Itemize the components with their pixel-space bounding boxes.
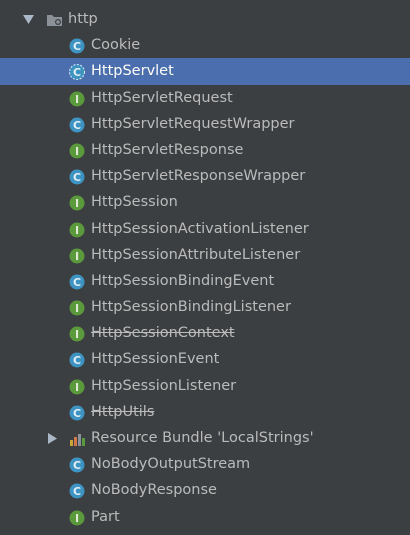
interface-icon: I (69, 299, 85, 316)
tree-item[interactable]: I HttpSessionContext (0, 320, 410, 346)
tree-item[interactable]: I HttpSessionAttributeListener (0, 242, 410, 268)
tree-item[interactable]: C NoBodyOutputStream (0, 451, 410, 477)
tree-item[interactable]: C Cookie (0, 32, 410, 58)
svg-text:I: I (75, 145, 79, 158)
svg-text:C: C (73, 66, 81, 79)
abstract-class-icon: C (69, 63, 85, 81)
chevron-right-icon[interactable] (46, 425, 58, 451)
tree-item-label: HttpSessionEvent (91, 351, 220, 368)
tree-item[interactable]: C HttpServlet (0, 58, 410, 85)
interface-icon: I (69, 509, 85, 526)
tree-item[interactable]: I Part (0, 504, 410, 530)
tree-item-label: NoBodyResponse (91, 482, 217, 499)
tree-item-label: HttpServletResponseWrapper (91, 168, 306, 185)
tree-item-label: HttpSessionBindingEvent (91, 272, 275, 289)
chevron-down-icon[interactable] (22, 6, 34, 32)
tree-item[interactable]: C HttpUtils (0, 399, 410, 425)
tree-item[interactable]: I HttpSession (0, 189, 410, 215)
class-icon: C (69, 404, 85, 421)
tree-item-label: Cookie (91, 37, 141, 54)
interface-icon: I (69, 142, 85, 159)
interface-icon: I (69, 378, 85, 395)
tree-item-label: HttpSession (91, 194, 178, 211)
class-icon: C (69, 37, 85, 54)
svg-text:C: C (73, 119, 81, 132)
tree-item-label: NoBodyOutputStream (91, 456, 251, 473)
resource-bundle-icon (69, 430, 85, 446)
tree-item[interactable]: I HttpSessionListener (0, 373, 410, 399)
svg-text:C: C (73, 459, 81, 472)
tree-item-label: Resource Bundle 'LocalStrings' (91, 430, 314, 446)
tree-item-label: HttpServletRequest (91, 89, 233, 106)
svg-text:I: I (75, 93, 79, 106)
class-icon: C (69, 273, 85, 290)
tree-item-label: HttpSessionAttributeListener (91, 246, 301, 263)
svg-text:C: C (73, 407, 81, 420)
tree-item[interactable]: I HttpSessionBindingListener (0, 294, 410, 320)
tree-item[interactable]: I HttpServletRequest (0, 85, 410, 111)
package-label: http (68, 11, 98, 27)
svg-text:I: I (75, 328, 79, 341)
interface-icon: I (69, 194, 85, 211)
svg-text:C: C (73, 485, 81, 498)
tree-item-label: HttpSessionListener (91, 377, 237, 394)
tree-item[interactable]: Resource Bundle 'LocalStrings' (0, 425, 410, 451)
tree-item-label: HttpSessionBindingListener (91, 299, 291, 316)
svg-text:C: C (73, 40, 81, 53)
svg-text:C: C (73, 276, 81, 289)
tree-node-package-http[interactable]: http (0, 6, 410, 32)
svg-text:C: C (73, 354, 81, 367)
interface-icon: I (69, 325, 85, 342)
class-icon: C (69, 168, 85, 185)
project-tree: http C Cookie C HttpServlet I HttpServletRequ… (0, 6, 410, 530)
class-icon: C (69, 116, 85, 133)
tree-item[interactable]: I HttpServletResponse (0, 137, 410, 163)
class-icon: C (69, 351, 85, 368)
svg-text:I: I (75, 512, 79, 525)
class-icon: C (69, 456, 85, 473)
tree-item[interactable]: I HttpSessionActivationListener (0, 216, 410, 242)
tree-item-label: HttpSessionActivationListener (91, 220, 309, 237)
svg-text:I: I (75, 250, 79, 263)
interface-icon: I (69, 247, 85, 264)
package-folder-icon (46, 11, 62, 27)
tree-item[interactable]: C HttpServletRequestWrapper (0, 111, 410, 137)
tree-item[interactable]: C HttpSessionBindingEvent (0, 268, 410, 294)
svg-text:I: I (75, 197, 79, 210)
tree-item[interactable]: C HttpServletResponseWrapper (0, 163, 410, 189)
tree-item-label: HttpServlet (91, 63, 174, 80)
tree-item-label: HttpServletResponse (91, 141, 244, 158)
svg-text:I: I (75, 381, 79, 394)
tree-item-label: HttpSessionContext (91, 325, 235, 342)
svg-text:C: C (73, 171, 81, 184)
tree-item[interactable]: C NoBodyResponse (0, 477, 410, 503)
svg-text:I: I (75, 302, 79, 315)
tree-item-label: HttpServletRequestWrapper (91, 115, 295, 132)
tree-item-label: HttpUtils (91, 403, 155, 420)
interface-icon: I (69, 90, 85, 107)
tree-item-label: Part (91, 508, 120, 525)
class-icon: C (69, 482, 85, 499)
svg-text:I: I (75, 224, 79, 237)
interface-icon: I (69, 221, 85, 237)
tree-item[interactable]: C HttpSessionEvent (0, 346, 410, 372)
